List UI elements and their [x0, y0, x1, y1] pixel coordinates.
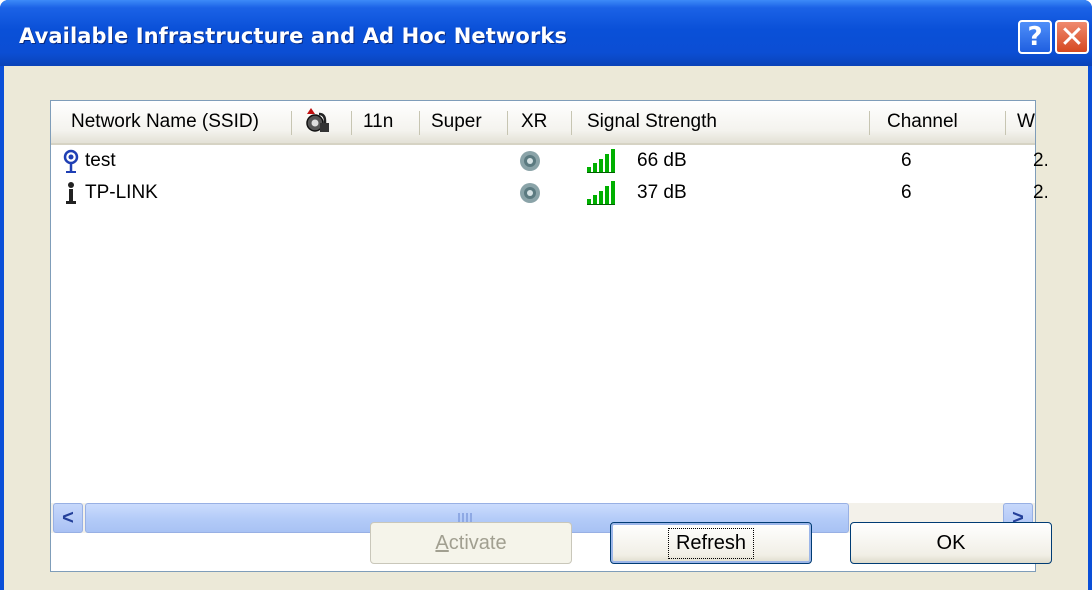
signal-strength-icon: [587, 149, 615, 173]
column-header-11n[interactable]: 11n: [363, 101, 413, 143]
xr-icon: [520, 183, 540, 203]
column-divider[interactable]: [869, 111, 870, 135]
band-value: 2.4: [1033, 182, 1047, 203]
table-row[interactable]: test 66 dB 6 2: [51, 145, 1047, 177]
dialog-client-area: Network Name (SSID) 11n Super XR Signal …: [4, 66, 1088, 590]
activate-button[interactable]: Activate: [370, 522, 572, 564]
column-header-ssid[interactable]: Network Name (SSID): [71, 101, 285, 143]
networks-list[interactable]: Network Name (SSID) 11n Super XR Signal …: [50, 100, 1047, 572]
signal-value: 37 dB: [637, 182, 687, 203]
network-ssid: TP-LINK: [85, 182, 158, 203]
ok-button[interactable]: OK: [850, 522, 1052, 564]
refresh-button[interactable]: Refresh: [610, 522, 812, 564]
column-header-signal-strength[interactable]: Signal Strength: [587, 101, 847, 143]
column-divider[interactable]: [507, 111, 508, 135]
column-divider[interactable]: [571, 111, 572, 135]
help-button[interactable]: ?: [1018, 20, 1052, 54]
band-value: 2.4: [1033, 150, 1047, 171]
column-header-band[interactable]: W: [1017, 101, 1035, 143]
xr-icon: [520, 151, 540, 171]
list-header: Network Name (SSID) 11n Super XR Signal …: [51, 101, 1035, 145]
dialog-window: Available Infrastructure and Ad Hoc Netw…: [0, 0, 1092, 590]
security-lock-icon: [306, 108, 329, 132]
column-divider[interactable]: [1005, 111, 1006, 135]
close-button[interactable]: ✕: [1055, 20, 1089, 55]
window-title: Available Infrastructure and Ad Hoc Netw…: [19, 24, 568, 48]
column-divider[interactable]: [291, 111, 292, 135]
access-point-icon: [63, 149, 79, 173]
column-divider[interactable]: [351, 111, 352, 135]
activate-label: Activate: [435, 531, 507, 554]
adhoc-station-icon: [66, 182, 76, 204]
column-header-channel[interactable]: Channel: [887, 101, 987, 143]
signal-strength-icon: [587, 181, 615, 205]
list-rows: test 66 dB 6 2 TP-LINK 37 dB 6 2: [51, 145, 1047, 485]
column-divider[interactable]: [419, 111, 420, 135]
network-ssid: test: [85, 150, 116, 171]
column-header-super[interactable]: Super: [431, 101, 499, 143]
channel-value: 6: [901, 150, 912, 171]
column-header-security[interactable]: [303, 101, 343, 143]
signal-value: 66 dB: [637, 150, 687, 171]
ok-label: OK: [936, 531, 966, 554]
refresh-label: Refresh: [667, 527, 755, 559]
channel-value: 6: [901, 182, 912, 203]
scroll-left-button[interactable]: <: [53, 503, 83, 533]
chevron-left-icon: <: [62, 506, 74, 529]
column-header-xr[interactable]: XR: [521, 101, 565, 143]
title-bar[interactable]: Available Infrastructure and Ad Hoc Netw…: [0, 0, 1092, 66]
table-row[interactable]: TP-LINK 37 dB 6 2: [51, 177, 1047, 209]
